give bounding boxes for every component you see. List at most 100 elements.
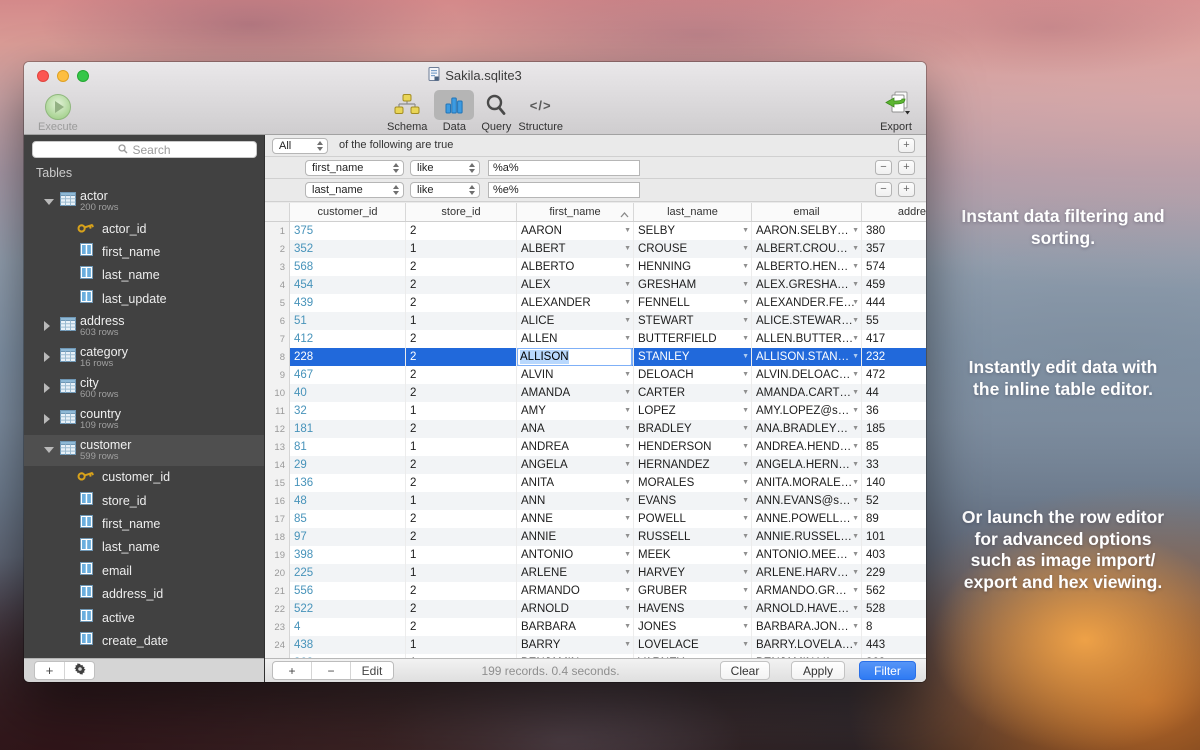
cell-first_name[interactable]: ANITA▼	[517, 474, 634, 492]
row-number[interactable]: 16	[265, 492, 290, 510]
cell-last_name[interactable]: STEWART▼	[634, 312, 752, 330]
cell-store_id[interactable]: 1	[406, 492, 517, 510]
cell-last_name[interactable]: MORALES▼	[634, 474, 752, 492]
table-row[interactable]: 2342BARBARA▼JONES▼BARBARA.JON…▼8	[265, 618, 926, 636]
table-row[interactable]: 23521ALBERT▼CROUSE▼ALBERT.CROU…▼357	[265, 240, 926, 258]
sidebar-column-first_name[interactable]: first_name	[24, 240, 264, 263]
cell-store_id[interactable]: 2	[406, 510, 517, 528]
cell-first_name[interactable]: ANGELA▼	[517, 456, 634, 474]
cell-first_name[interactable]: BARRY▼	[517, 636, 634, 654]
row-number[interactable]: 14	[265, 456, 290, 474]
cell-email[interactable]: ALLISON.STAN…▼	[752, 348, 862, 366]
cell-store_id[interactable]: 2	[406, 618, 517, 636]
row-number[interactable]: 20	[265, 564, 290, 582]
row-number[interactable]: 7	[265, 330, 290, 348]
column-header-address_id[interactable]: addre	[862, 203, 926, 221]
cell-first_name[interactable]: BARBARA▼	[517, 618, 634, 636]
table-actions-button[interactable]	[64, 662, 94, 679]
cell-last_name[interactable]: DELOACH▼	[634, 366, 752, 384]
sidebar-table-address[interactable]: address603 rows	[24, 311, 264, 342]
rule-column-select[interactable]: first_name	[305, 160, 404, 176]
cell-customer_id[interactable]: 181	[290, 420, 406, 438]
cell-first_name[interactable]: ARNOLD▼	[517, 600, 634, 618]
cell-last_name[interactable]: GRUBER▼	[634, 582, 752, 600]
row-number[interactable]: 10	[265, 384, 290, 402]
cell-store_id[interactable]: 1	[406, 312, 517, 330]
add-row-button[interactable]: +	[273, 662, 311, 679]
cell-address_id[interactable]: 459	[862, 276, 926, 294]
cell-store_id[interactable]: 1	[406, 402, 517, 420]
table-row[interactable]: 202251ARLENE▼HARVEY▼ARLENE.HARV…▼229	[265, 564, 926, 582]
cell-first_name[interactable]: ALBERT▼	[517, 240, 634, 258]
table-row[interactable]: 17852ANNE▼POWELL▼ANNE.POWELL…▼89	[265, 510, 926, 528]
match-select[interactable]: All	[272, 138, 328, 154]
cell-email[interactable]: ANNIE.RUSSEL…▼	[752, 528, 862, 546]
cell-address_id[interactable]: 52	[862, 492, 926, 510]
cell-email[interactable]: ANTONIO.MEE…▼	[752, 546, 862, 564]
sidebar-table-country[interactable]: country109 rows	[24, 404, 264, 435]
row-number[interactable]: 6	[265, 312, 290, 330]
rule-operator-select[interactable]: like	[410, 182, 480, 198]
cell-store_id[interactable]: 1	[406, 636, 517, 654]
cell-store_id[interactable]: 2	[406, 528, 517, 546]
cell-address_id[interactable]: 232	[862, 348, 926, 366]
table-row[interactable]: 18972ANNIE▼RUSSELL▼ANNIE.RUSSEL…▼101	[265, 528, 926, 546]
cell-address_id[interactable]: 185	[862, 420, 926, 438]
sidebar-table-customer[interactable]: customer599 rows	[24, 435, 264, 466]
cell-customer_id[interactable]: 4	[290, 618, 406, 636]
cell-address_id[interactable]: 33	[862, 456, 926, 474]
cell-customer_id[interactable]: 398	[290, 546, 406, 564]
cell-last_name[interactable]: BRADLEY▼	[634, 420, 752, 438]
row-number[interactable]: 3	[265, 258, 290, 276]
cell-customer_id[interactable]: 412	[290, 330, 406, 348]
cell-last_name[interactable]: CARTER▼	[634, 384, 752, 402]
cell-email[interactable]: AMY.LOPEZ@s…▼	[752, 402, 862, 420]
rule-value-input[interactable]	[488, 160, 640, 176]
cell-email[interactable]: ALEXANDER.FE…▼	[752, 294, 862, 312]
row-number[interactable]: 2	[265, 240, 290, 258]
cell-customer_id[interactable]: 85	[290, 510, 406, 528]
row-number[interactable]: 9	[265, 366, 290, 384]
disclosure-open-icon[interactable]	[44, 447, 54, 453]
row-number[interactable]: 12	[265, 420, 290, 438]
row-number[interactable]: 23	[265, 618, 290, 636]
cell-address_id[interactable]: 380	[862, 222, 926, 240]
cell-email[interactable]: BARRY.LOVELA…▼	[752, 636, 862, 654]
cell-store_id[interactable]: 2	[406, 474, 517, 492]
table-row[interactable]: 54392ALEXANDER▼FENNELL▼ALEXANDER.FE…▼444	[265, 294, 926, 312]
sidebar-column-store_id[interactable]: store_id	[24, 489, 264, 512]
row-number[interactable]: 18	[265, 528, 290, 546]
cell-address_id[interactable]: 229	[862, 564, 926, 582]
table-row[interactable]: 10402AMANDA▼CARTER▼AMANDA.CART…▼44	[265, 384, 926, 402]
cell-last_name[interactable]: STANLEY▼	[634, 348, 752, 366]
column-header-email[interactable]: email	[752, 203, 862, 221]
cell-customer_id[interactable]: 568	[290, 258, 406, 276]
sidebar-column-last_name[interactable]: last_name	[24, 536, 264, 559]
cell-first_name[interactable]: AMY▼	[517, 402, 634, 420]
table-row[interactable]: 74122ALLEN▼BUTTERFIELD▼ALLEN.BUTTER…▼417	[265, 330, 926, 348]
cell-email[interactable]: BARBARA.JON…▼	[752, 618, 862, 636]
add-rule-button[interactable]: +	[898, 182, 915, 197]
execute-button[interactable]: Execute	[38, 88, 78, 133]
cell-address_id[interactable]: 443	[862, 636, 926, 654]
cell-customer_id[interactable]: 32	[290, 402, 406, 420]
cell-store_id[interactable]: 2	[406, 600, 517, 618]
cell-customer_id[interactable]: 81	[290, 438, 406, 456]
edit-row-button[interactable]: Edit	[350, 662, 393, 679]
cell-last_name[interactable]: RUSSELL▼	[634, 528, 752, 546]
cell-last_name[interactable]: HERNANDEZ▼	[634, 456, 752, 474]
cell-first_name[interactable]: AMANDA▼	[517, 384, 634, 402]
row-number[interactable]: 19	[265, 546, 290, 564]
cell-address_id[interactable]: 472	[862, 366, 926, 384]
column-header-customer_id[interactable]: customer_id	[290, 203, 406, 221]
cell-address_id[interactable]: 444	[862, 294, 926, 312]
cell-last_name[interactable]: HENNING▼	[634, 258, 752, 276]
cell-first_name[interactable]: ALLISON	[517, 348, 634, 366]
cell-last_name[interactable]: HAVENS▼	[634, 600, 752, 618]
cell-first_name[interactable]: ALBERTO▼	[517, 258, 634, 276]
column-header-last_name[interactable]: last_name	[634, 203, 752, 221]
cell-first_name[interactable]: ANNIE▼	[517, 528, 634, 546]
cell-customer_id[interactable]: 48	[290, 492, 406, 510]
cell-first_name[interactable]: ANA▼	[517, 420, 634, 438]
row-number[interactable]: 8	[265, 348, 290, 366]
